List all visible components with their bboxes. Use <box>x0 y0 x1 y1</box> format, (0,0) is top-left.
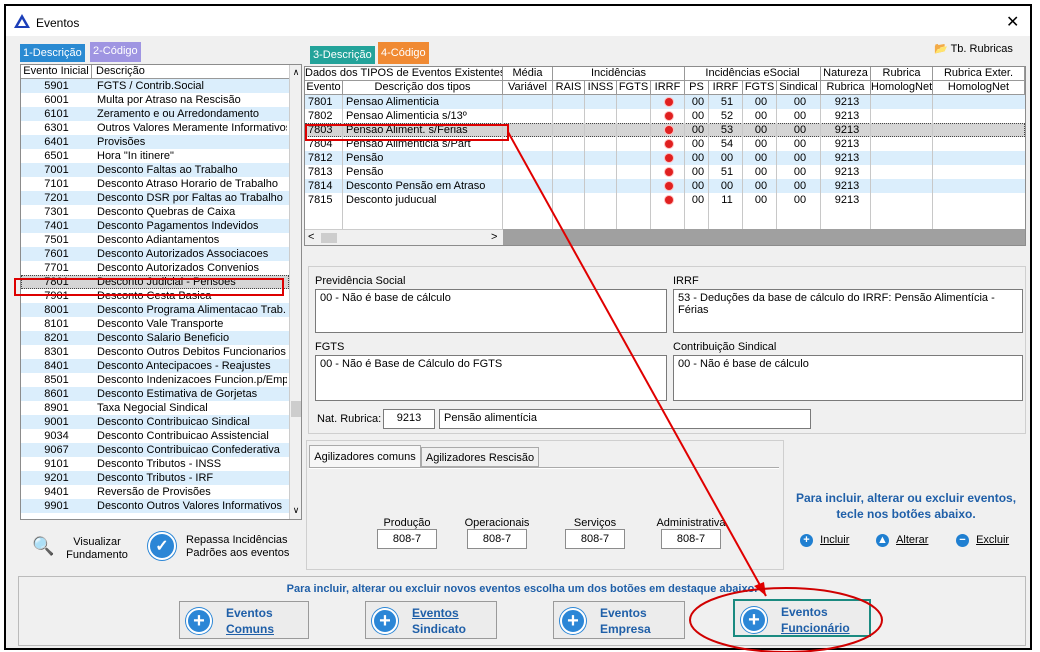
annotation-arrow-line <box>507 131 767 597</box>
eventos-window: Eventos ✕ 1-Descrição 2-Código Evento In… <box>4 4 1032 652</box>
annotation-ellipse <box>689 587 883 652</box>
annotation-overlay <box>507 131 883 652</box>
